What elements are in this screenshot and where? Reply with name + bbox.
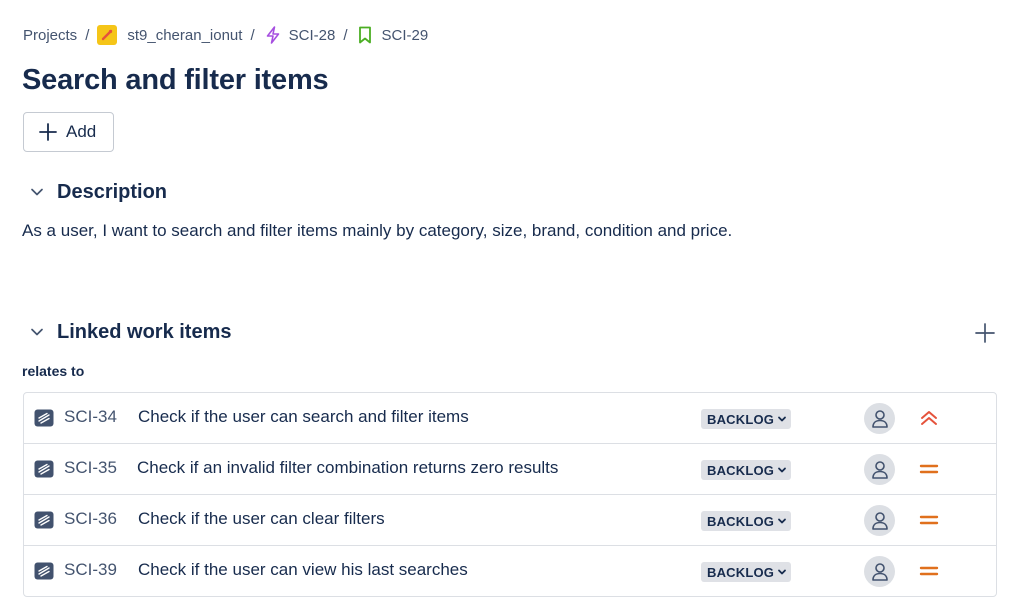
user-icon [871, 460, 888, 479]
linked-items-heading: Linked work items [57, 320, 232, 343]
breadcrumb-project[interactable]: st9_cheran_ionut [97, 25, 242, 45]
page-title[interactable]: Search and filter items [22, 64, 329, 97]
item-key[interactable]: SCI-35 [64, 458, 117, 478]
status-label: BACKLOG [707, 513, 775, 529]
breadcrumb-projects[interactable]: Projects [23, 27, 77, 44]
test-case-icon [34, 409, 54, 427]
chevron-down-icon [26, 321, 48, 343]
description-text[interactable]: As a user, I want to search and filter i… [22, 221, 732, 241]
chevron-down-icon [778, 569, 787, 575]
plus-icon [975, 323, 995, 343]
item-summary[interactable]: Check if an invalid filter combination r… [137, 458, 558, 478]
status-dropdown[interactable]: BACKLOG [701, 562, 792, 582]
linked-item-row[interactable]: SCI-35 Check if an invalid filter combin… [24, 443, 996, 494]
linked-item-row[interactable]: SCI-34 Check if the user can search and … [24, 393, 996, 443]
item-summary[interactable]: Check if the user can view his last sear… [138, 560, 468, 580]
user-icon [871, 409, 888, 428]
item-summary[interactable]: Check if the user can search and filter … [138, 407, 469, 427]
linked-items-list: SCI-34 Check if the user can search and … [23, 392, 997, 597]
test-case-icon [34, 460, 54, 478]
item-key[interactable]: SCI-34 [64, 407, 117, 427]
chevron-down-icon [778, 416, 787, 422]
breadcrumb-separator: / [250, 26, 255, 44]
item-summary[interactable]: Check if the user can clear filters [138, 509, 385, 529]
priority-high-icon [917, 407, 941, 429]
breadcrumb: Projects / st9_cheran_ionut / SCI-28 / S… [23, 24, 428, 46]
chevron-down-icon [26, 181, 48, 203]
chevron-down-icon [778, 467, 787, 473]
linked-item-row[interactable]: SCI-39 Check if the user can view his la… [24, 545, 996, 596]
status-dropdown[interactable]: BACKLOG [701, 409, 792, 429]
project-icon [97, 25, 118, 45]
add-button-label: Add [66, 122, 97, 141]
item-key[interactable]: SCI-39 [64, 560, 117, 580]
status-label: BACKLOG [707, 564, 775, 580]
relation-label: relates to [22, 363, 85, 379]
breadcrumb-separator: / [85, 26, 90, 44]
user-icon [871, 562, 888, 581]
priority-medium-icon [917, 509, 941, 531]
chevron-down-icon [778, 518, 787, 524]
assignee-avatar[interactable] [864, 403, 895, 434]
assignee-avatar[interactable] [864, 505, 895, 536]
bookmark-icon [355, 25, 375, 45]
priority-medium-icon [917, 560, 941, 582]
breadcrumb-story-label: SCI-29 [381, 26, 429, 44]
user-icon [871, 511, 888, 530]
breadcrumb-story[interactable]: SCI-29 [355, 25, 428, 45]
breadcrumb-epic-label: SCI-28 [288, 26, 336, 44]
linked-item-row[interactable]: SCI-36 Check if the user can clear filte… [24, 494, 996, 545]
assignee-avatar[interactable] [864, 454, 895, 485]
add-button[interactable]: Add [23, 112, 114, 152]
add-linked-item-button[interactable] [972, 320, 998, 346]
item-key[interactable]: SCI-36 [64, 509, 117, 529]
breadcrumb-project-label: st9_cheran_ionut [127, 26, 243, 44]
test-case-icon [34, 562, 54, 580]
status-dropdown[interactable]: BACKLOG [701, 460, 792, 480]
status-label: BACKLOG [707, 462, 775, 478]
linked-items-section-toggle[interactable]: Linked work items [26, 318, 232, 346]
status-label: BACKLOG [707, 411, 775, 427]
plus-icon [39, 123, 57, 141]
status-dropdown[interactable]: BACKLOG [701, 511, 792, 531]
lightning-icon [263, 25, 283, 45]
assignee-avatar[interactable] [864, 556, 895, 587]
description-heading: Description [57, 180, 168, 203]
description-section-toggle[interactable]: Description [26, 178, 167, 206]
priority-medium-icon [917, 458, 941, 480]
breadcrumb-separator: / [343, 26, 348, 44]
breadcrumb-epic[interactable]: SCI-28 [263, 25, 336, 45]
test-case-icon [34, 511, 54, 529]
